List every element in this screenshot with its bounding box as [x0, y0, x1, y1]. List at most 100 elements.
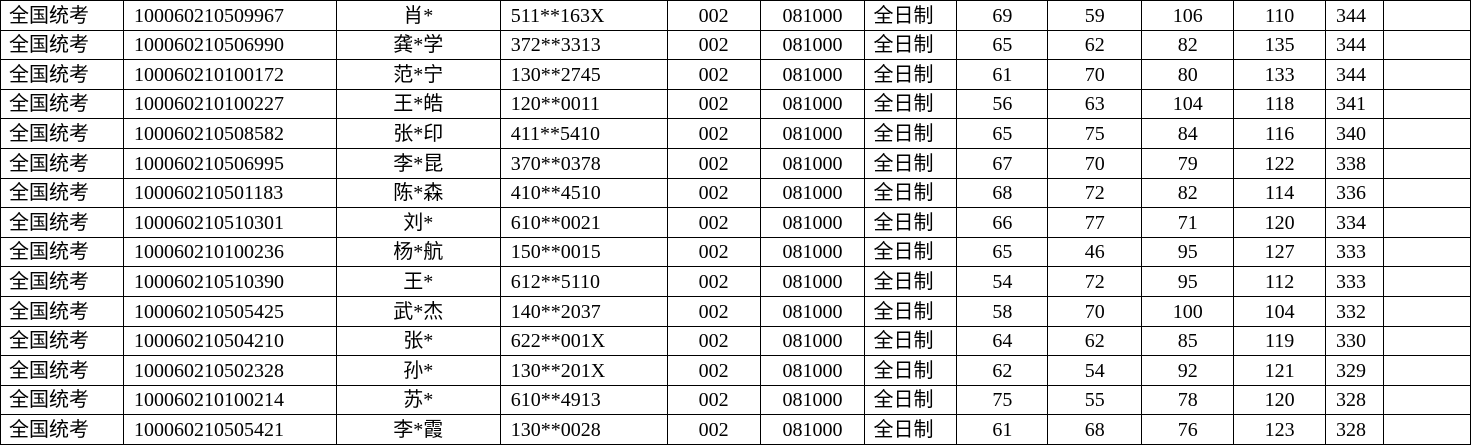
- cell-total: 332: [1325, 295, 1385, 327]
- cell-subject2: 119: [1233, 325, 1327, 357]
- cell-candidate-no: 100060210505421: [122, 414, 337, 445]
- cell-total: 344: [1325, 29, 1385, 61]
- cell-direction: 002: [666, 414, 761, 445]
- cell-candidate-no: 100060210508582: [122, 118, 337, 149]
- cell-id-masked: 140**2037: [499, 295, 668, 327]
- cell-id-masked: 411**5410: [499, 118, 668, 149]
- cell-politics: 56: [956, 88, 1049, 120]
- cell-exam-type: 全国统考: [0, 177, 124, 209]
- cell-study-mode: 全日制: [864, 266, 958, 297]
- cell-study-mode: 全日制: [864, 236, 958, 268]
- cell-extra: [1383, 207, 1471, 238]
- cell-study-mode: 全日制: [864, 177, 958, 209]
- cell-id-masked: 130**201X: [499, 355, 668, 386]
- table-row: 全国统考 100060210504210 张* 622**001X 002 081000 全…: [0, 325, 1471, 357]
- cell-total: 336: [1325, 177, 1385, 209]
- cell-english: 70: [1047, 295, 1143, 327]
- cell-subject1: 104: [1141, 88, 1235, 120]
- cell-name: 李*霞: [335, 414, 501, 445]
- cell-candidate-no: 100060210100227: [122, 88, 337, 120]
- cell-total: 344: [1325, 0, 1385, 31]
- cell-total: 328: [1325, 414, 1385, 445]
- cell-study-mode: 全日制: [864, 384, 958, 416]
- cell-study-mode: 全日制: [864, 414, 958, 445]
- table-row: 全国统考 100060210510301 刘* 610**0021 002 081000 全…: [0, 207, 1471, 238]
- cell-major-code: 081000: [759, 0, 866, 31]
- table-row: 全国统考 100060210506990 龚*学 372**3313 002 081000…: [0, 29, 1471, 61]
- cell-extra: [1383, 414, 1471, 445]
- cell-subject2: 120: [1233, 207, 1327, 238]
- cell-total: 341: [1325, 88, 1385, 120]
- table-row: 全国统考 100060210505425 武*杰 140**2037 002 081000…: [0, 295, 1471, 327]
- cell-direction: 002: [666, 266, 761, 297]
- cell-exam-type: 全国统考: [0, 59, 124, 90]
- cell-study-mode: 全日制: [864, 118, 958, 149]
- cell-direction: 002: [666, 147, 761, 179]
- cell-subject1: 71: [1141, 207, 1235, 238]
- cell-subject1: 106: [1141, 0, 1235, 31]
- cell-direction: 002: [666, 29, 761, 61]
- cell-id-masked: 370**0378: [499, 147, 668, 179]
- cell-english: 62: [1047, 29, 1143, 61]
- cell-exam-type: 全国统考: [0, 207, 124, 238]
- cell-major-code: 081000: [759, 29, 866, 61]
- cell-politics: 58: [956, 295, 1049, 327]
- cell-subject2: 121: [1233, 355, 1327, 386]
- cell-politics: 61: [956, 59, 1049, 90]
- cell-exam-type: 全国统考: [0, 355, 124, 386]
- table-row: 全国统考 100060210100214 苏* 610**4913 002 081000 全…: [0, 384, 1471, 416]
- cell-name: 陈*森: [335, 177, 501, 209]
- cell-extra: [1383, 59, 1471, 90]
- cell-english: 54: [1047, 355, 1143, 386]
- cell-politics: 65: [956, 29, 1049, 61]
- cell-exam-type: 全国统考: [0, 266, 124, 297]
- table-row: 全国统考 100060210100172 范*宁 130**2745 002 081000…: [0, 59, 1471, 90]
- cell-english: 63: [1047, 88, 1143, 120]
- cell-direction: 002: [666, 59, 761, 90]
- cell-english: 46: [1047, 236, 1143, 268]
- cell-subject2: 112: [1233, 266, 1327, 297]
- cell-extra: [1383, 147, 1471, 179]
- cell-candidate-no: 100060210510301: [122, 207, 337, 238]
- table-row: 全国统考 100060210510390 王* 612**5110 002 081000 全…: [0, 266, 1471, 297]
- cell-total: 334: [1325, 207, 1385, 238]
- cell-subject1: 76: [1141, 414, 1235, 445]
- table-row: 全国统考 100060210505421 李*霞 130**0028 002 081000…: [0, 414, 1471, 445]
- cell-politics: 62: [956, 355, 1049, 386]
- cell-exam-type: 全国统考: [0, 147, 124, 179]
- cell-politics: 61: [956, 414, 1049, 445]
- cell-subject1: 79: [1141, 147, 1235, 179]
- cell-id-masked: 511**163X: [499, 0, 668, 31]
- cell-english: 77: [1047, 207, 1143, 238]
- cell-exam-type: 全国统考: [0, 0, 124, 31]
- cell-major-code: 081000: [759, 147, 866, 179]
- cell-extra: [1383, 355, 1471, 386]
- cell-extra: [1383, 177, 1471, 209]
- cell-candidate-no: 100060210506995: [122, 147, 337, 179]
- cell-name: 王*皓: [335, 88, 501, 120]
- cell-name: 刘*: [335, 207, 501, 238]
- cell-politics: 65: [956, 118, 1049, 149]
- cell-study-mode: 全日制: [864, 147, 958, 179]
- cell-name: 李*昆: [335, 147, 501, 179]
- cell-major-code: 081000: [759, 236, 866, 268]
- cell-subject1: 92: [1141, 355, 1235, 386]
- cell-id-masked: 130**0028: [499, 414, 668, 445]
- cell-subject1: 84: [1141, 118, 1235, 149]
- cell-id-masked: 150**0015: [499, 236, 668, 268]
- cell-candidate-no: 100060210100236: [122, 236, 337, 268]
- cell-major-code: 081000: [759, 88, 866, 120]
- cell-politics: 67: [956, 147, 1049, 179]
- cell-major-code: 081000: [759, 177, 866, 209]
- table-row: 全国统考 100060210509967 肖* 511**163X 002 081000 全…: [0, 0, 1471, 31]
- cell-direction: 002: [666, 118, 761, 149]
- cell-id-masked: 610**0021: [499, 207, 668, 238]
- cell-total: 330: [1325, 325, 1385, 357]
- cell-english: 59: [1047, 0, 1143, 31]
- cell-exam-type: 全国统考: [0, 236, 124, 268]
- cell-direction: 002: [666, 355, 761, 386]
- cell-extra: [1383, 295, 1471, 327]
- cell-major-code: 081000: [759, 118, 866, 149]
- cell-candidate-no: 100060210510390: [122, 266, 337, 297]
- cell-extra: [1383, 325, 1471, 357]
